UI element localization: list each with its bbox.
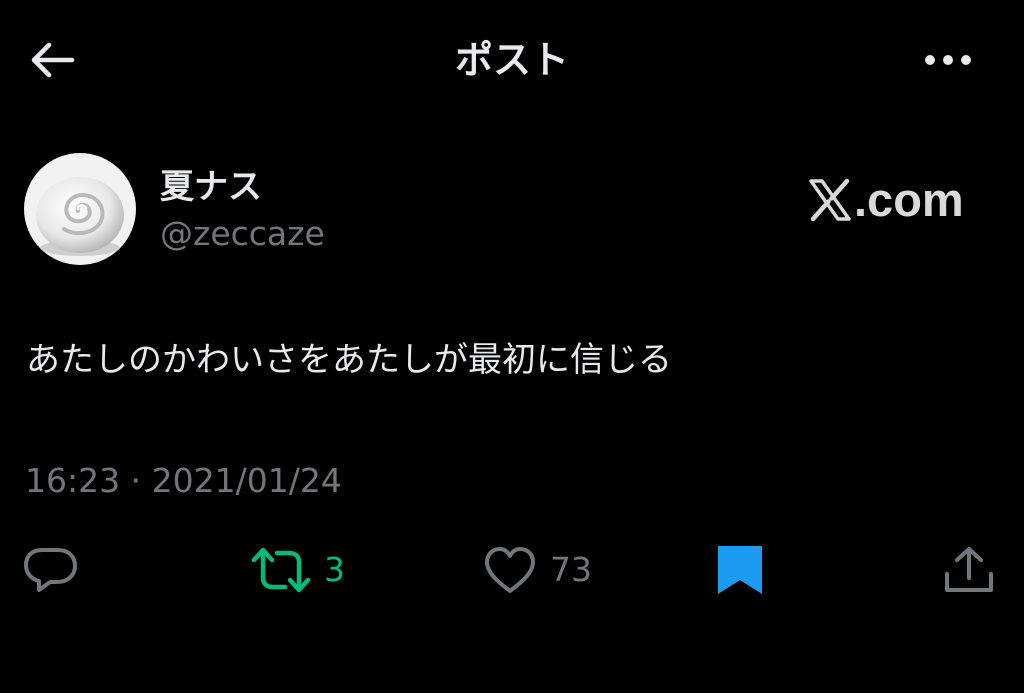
like-count: 73 (550, 550, 592, 589)
repost-button[interactable]: 3 (250, 540, 345, 600)
share-button[interactable] (940, 540, 998, 600)
share-upload-icon (945, 547, 993, 592)
display-name[interactable]: 夏ナス (160, 164, 262, 210)
x-logo-icon (809, 178, 851, 222)
post-text: あたしのかわいさをあたしが最初に信じる (26, 340, 672, 380)
more-options-button[interactable] (912, 36, 984, 84)
back-button[interactable] (24, 36, 80, 84)
user-handle[interactable]: @zeccaze (160, 212, 325, 256)
bookmark-button[interactable] (712, 540, 768, 600)
white-swirl-avatar-icon (24, 153, 136, 265)
repost-icon (251, 547, 311, 593)
reply-bubble-icon (24, 548, 77, 592)
reply-button[interactable] (22, 540, 78, 600)
bookmark-filled-icon (718, 546, 762, 594)
like-button[interactable]: 73 (482, 540, 592, 600)
post-time[interactable]: 16:23 (25, 461, 120, 500)
x-com-watermark: .com (808, 172, 964, 228)
repost-count: 3 (324, 550, 345, 589)
post-date[interactable]: 2021/01/24 (152, 461, 342, 500)
watermark-text: .com (854, 173, 964, 226)
timestamp-separator: · (130, 461, 142, 500)
heart-outline-icon (485, 547, 535, 593)
avatar[interactable] (24, 153, 136, 265)
more-horizontal-icon (925, 55, 971, 65)
arrow-left-icon (31, 42, 75, 78)
page-title: ポスト (454, 38, 569, 82)
post-timestamp: 16:23 · 2021/01/24 (25, 458, 342, 504)
